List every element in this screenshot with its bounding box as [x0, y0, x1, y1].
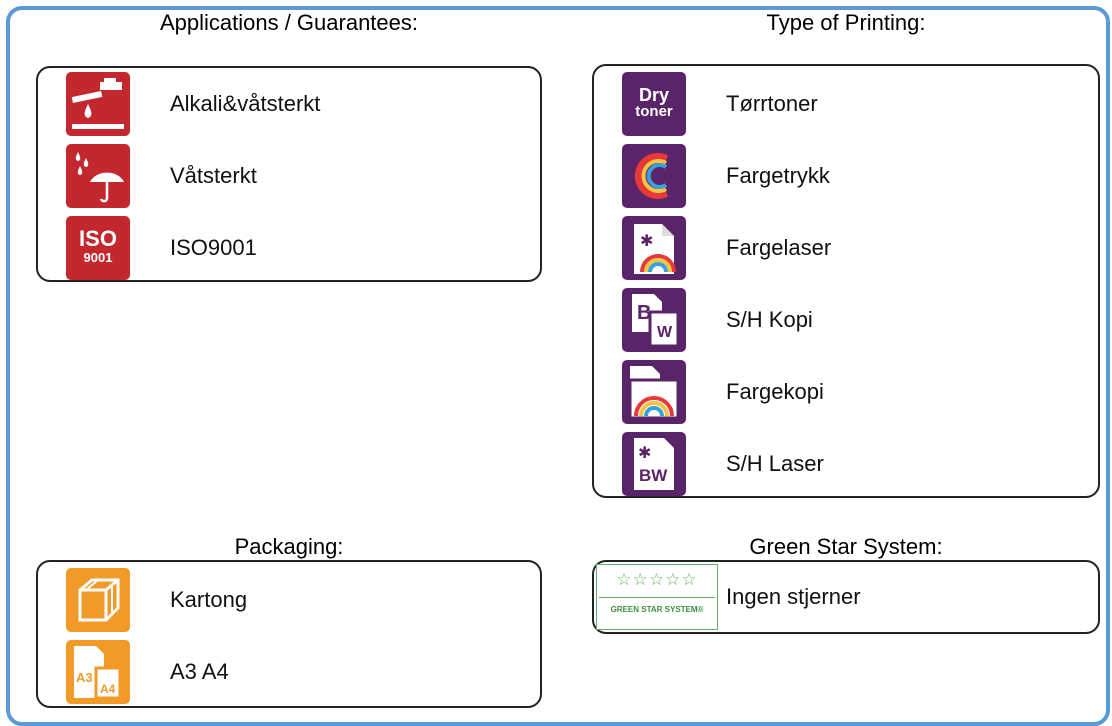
list-item: B W S/H Kopi [594, 286, 1098, 354]
green-star-system-text: GREEN STAR SYSTEM® [610, 605, 704, 614]
list-item: Kartong [38, 566, 540, 634]
list-item: A3 A4 A3 A4 [38, 638, 540, 706]
section-printing: Type of Printing: Dry toner Tørrtoner Fa… [592, 8, 1100, 500]
greenstar-box: ☆☆☆☆☆ GREEN STAR SYSTEM® Ingen stjerner [592, 560, 1100, 634]
section-title-applications: Applications / Guarantees: [159, 10, 419, 35]
item-label: Kartong [170, 587, 248, 612]
bw-copy-b-text: B [637, 302, 652, 324]
section-packaging: Packaging: Kartong A3 A4 A3 A4 [36, 532, 542, 710]
carton-box-icon [66, 568, 130, 632]
iso-9001-icon: ISO 9001 [66, 216, 130, 280]
item-label: S/H Kopi [726, 307, 813, 332]
green-stars-row: ☆☆☆☆☆ [616, 570, 698, 590]
applications-box: Alkali&våtsterkt Våtsterkt ISO 9001 ISO9… [36, 66, 542, 282]
rain-umbrella-icon [66, 144, 130, 208]
list-item: Fargekopi [594, 358, 1098, 426]
section-title-packaging: Packaging: [234, 534, 344, 559]
color-laser-icon: ✱ [622, 216, 686, 280]
faucet-drip-icon [66, 72, 130, 136]
item-label: Våtsterkt [170, 163, 257, 188]
item-label: Fargelaser [726, 235, 832, 260]
color-copy-icon [622, 360, 686, 424]
iso-icon-number: 9001 [83, 250, 113, 265]
svg-text:✱: ✱ [640, 233, 653, 250]
list-item: ✱ BW S/H Laser [594, 430, 1098, 498]
a4-icon-text: A4 [100, 682, 116, 696]
section-title-printing: Type of Printing: [766, 10, 926, 35]
a3-a4-paper-icon: A3 A4 [66, 640, 130, 704]
item-label: ISO9001 [170, 235, 257, 260]
bw-laser-icon: ✱ BW [622, 432, 686, 496]
list-item: ISO 9001 ISO9001 [38, 214, 540, 282]
section-greenstar: Green Star System: ☆☆☆☆☆ GREEN STAR SYST… [592, 532, 1100, 636]
green-star-system-icon: ☆☆☆☆☆ GREEN STAR SYSTEM® [596, 564, 718, 630]
list-item: Fargetrykk [594, 142, 1098, 210]
green-star-divider [599, 597, 715, 598]
list-item: Alkali&våtsterkt [38, 70, 540, 138]
item-label: Fargekopi [726, 379, 824, 404]
list-item: Dry toner Tørrtoner [594, 70, 1098, 138]
svg-text:✱: ✱ [638, 445, 651, 462]
item-label: Alkali&våtsterkt [170, 91, 321, 116]
item-label: S/H Laser [726, 451, 824, 476]
dry-icon-text: Dry [638, 85, 669, 105]
packaging-box: Kartong A3 A4 A3 A4 [36, 560, 542, 708]
dry-toner-icon: Dry toner [622, 72, 686, 136]
a3-icon-text: A3 [76, 670, 93, 685]
list-item: Våtsterkt [38, 142, 540, 210]
toner-icon-text: toner [635, 103, 673, 120]
item-label: Fargetrykk [726, 163, 830, 188]
item-label: A3 A4 [170, 659, 229, 684]
item-label: Tørrtoner [726, 91, 818, 116]
item-label: Ingen stjerner [726, 584, 861, 609]
bw-copy-icon: B W [622, 288, 686, 352]
printing-box: Dry toner Tørrtoner Fargetrykk ✱ Fargela… [592, 64, 1100, 498]
bw-copy-w-text: W [657, 324, 673, 341]
section-title-greenstar: Green Star System: [749, 534, 943, 559]
bw-laser-text: BW [639, 466, 668, 485]
iso-icon-text: ISO [79, 226, 117, 251]
section-applications: Applications / Guarantees: Alkali&våtste… [36, 8, 542, 284]
list-item: ✱ Fargelaser [594, 214, 1098, 282]
color-print-c-icon [622, 144, 686, 208]
